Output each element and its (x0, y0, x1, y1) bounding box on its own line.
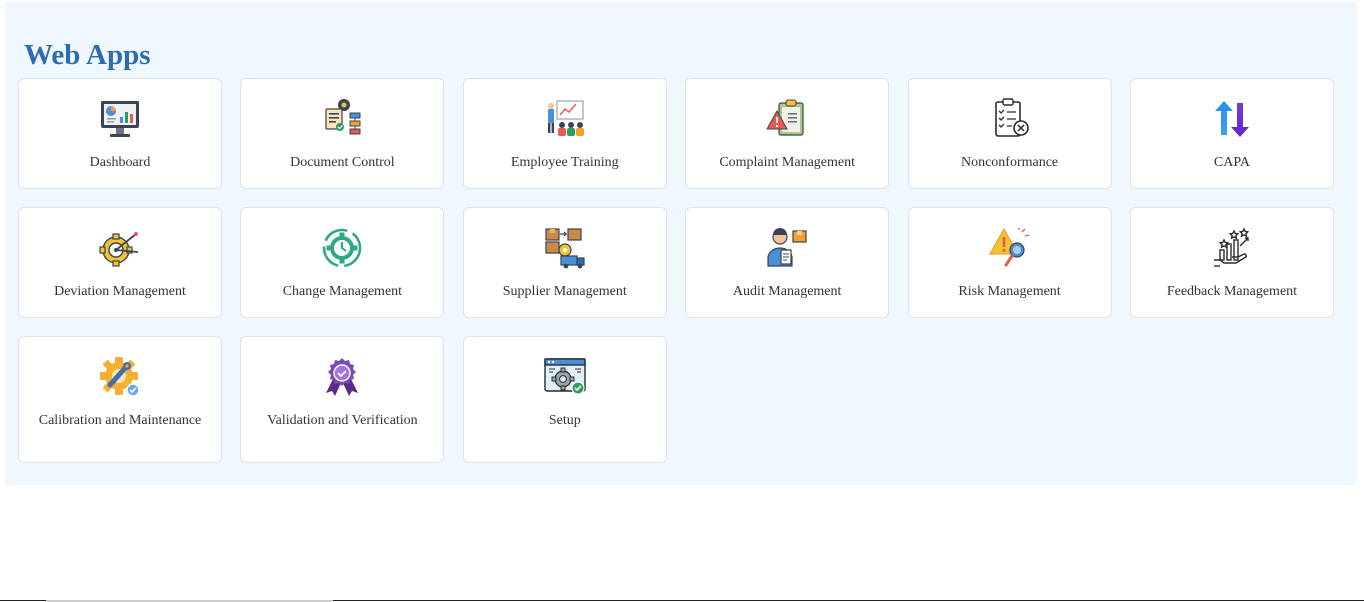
app-card-document-control[interactable]: Document Control (240, 78, 445, 189)
page-title: Web Apps (24, 39, 151, 71)
dashboard-monitor-icon (98, 97, 142, 141)
gear-clock-cycle-icon (320, 226, 364, 270)
complaint-clipboard-warning-icon (765, 97, 809, 141)
app-label: Setup (548, 413, 581, 428)
app-label: Change Management (282, 284, 403, 299)
app-label: Deviation Management (54, 284, 186, 299)
app-card-deviation-management[interactable]: Deviation Management (18, 207, 222, 318)
supplier-truck-boxes-icon (543, 226, 587, 270)
app-label: Employee Training (510, 155, 619, 170)
app-label: Supplier Management (502, 284, 627, 299)
app-card-capa[interactable]: CAPA (1129, 78, 1334, 189)
app-card-dashboard[interactable]: Dashboard (18, 78, 222, 189)
app-card-audit-management[interactable]: Audit Management (685, 207, 890, 318)
gear-wrench-check-icon (98, 355, 142, 399)
app-card-employee-training[interactable]: Employee Training (462, 78, 667, 189)
app-card-setup[interactable]: Setup (462, 336, 667, 463)
training-presentation-icon (543, 97, 587, 141)
gear-compass-icon (98, 226, 142, 270)
app-label: Complaint Management (719, 155, 856, 170)
auditor-clipboard-icon (765, 226, 809, 270)
app-card-risk-management[interactable]: Risk Management (907, 207, 1112, 318)
app-label: Validation and Verification (267, 413, 418, 428)
app-card-supplier-management[interactable]: Supplier Management (462, 207, 667, 318)
hand-rating-stars-icon (1210, 226, 1254, 270)
award-ribbon-check-icon (320, 355, 364, 399)
app-card-change-management[interactable]: Change Management (240, 207, 445, 318)
app-label: CAPA (1213, 155, 1250, 170)
app-label: Document Control (290, 155, 395, 170)
browser-gear-check-icon (543, 355, 587, 399)
app-card-feedback-management[interactable]: Feedback Management (1129, 207, 1334, 318)
app-card-calibration-and-maintenance[interactable]: Calibration and Maintenance (18, 336, 222, 463)
app-label: Feedback Management (1166, 284, 1298, 299)
app-card-complaint-management[interactable]: Complaint Management (685, 78, 890, 189)
app-label: Dashboard (89, 155, 151, 170)
app-card-validation-and-verification[interactable]: Validation and Verification (240, 336, 445, 463)
checklist-reject-icon (988, 97, 1032, 141)
app-label: Audit Management (732, 284, 842, 299)
app-card-nonconformance[interactable]: Nonconformance (907, 78, 1112, 189)
up-down-arrows-icon (1210, 97, 1254, 141)
document-workflow-icon (320, 97, 364, 141)
app-label: Risk Management (958, 284, 1061, 299)
app-grid: Dashboard Document Control Employee Trai… (18, 78, 1334, 463)
app-label: Nonconformance (960, 155, 1059, 170)
app-label: Calibration and Maintenance (38, 413, 202, 428)
risk-warning-magnifier-icon (988, 226, 1032, 270)
